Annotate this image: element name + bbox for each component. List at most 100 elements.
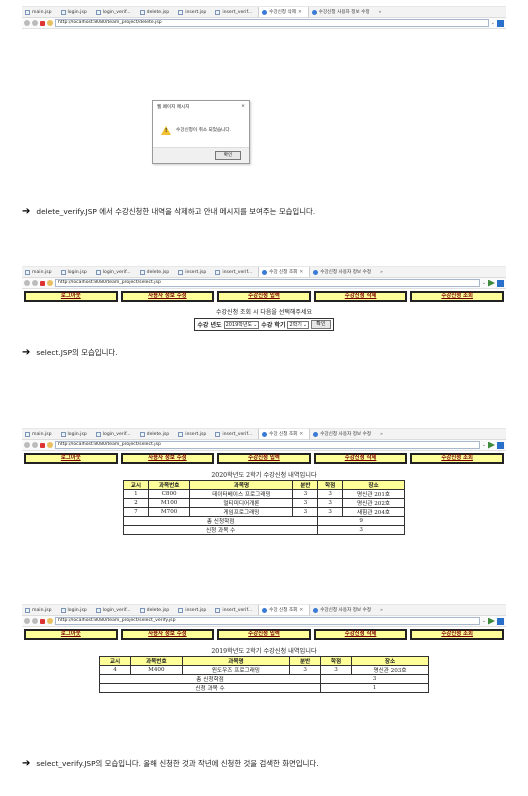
stop-icon[interactable] <box>40 20 45 26</box>
chevron-down-icon[interactable]: ⌄ <box>482 442 486 448</box>
tab-user-info[interactable]: 수강신청 사용자 정보 수정 <box>310 605 377 615</box>
dialog-close-icon[interactable]: × <box>241 104 245 110</box>
column-header: 교시 <box>99 656 131 666</box>
ok-button[interactable]: 확인 <box>215 151 241 160</box>
tab-overflow[interactable]: » <box>377 605 389 615</box>
table-cell: 2 <box>123 498 149 508</box>
refresh-icon[interactable] <box>47 442 53 448</box>
go-icon[interactable] <box>488 617 495 625</box>
close-icon[interactable]: ✕ <box>299 608 303 613</box>
tab-login-verify[interactable]: login_verif... <box>93 429 137 439</box>
close-icon[interactable]: ✕ <box>298 10 302 15</box>
forward-icon[interactable] <box>32 280 38 286</box>
forward-icon[interactable] <box>32 618 38 624</box>
menu-edit-user[interactable]: 사용자 정보 수정 <box>120 291 215 302</box>
tab-delete[interactable]: delete.jsp <box>137 605 176 615</box>
tab-insert-verify[interactable]: insert_verif... <box>212 267 258 277</box>
tab-course-select[interactable]: 수강 신청 조회 ✕ <box>258 605 311 615</box>
tab-overflow[interactable]: » <box>376 7 388 17</box>
stop-icon[interactable] <box>40 618 45 624</box>
go-icon[interactable] <box>488 441 495 449</box>
chevron-down-icon[interactable]: ⌄ <box>491 20 495 26</box>
tab-course-select[interactable]: 수강 신청 조회 ✕ <box>258 429 311 439</box>
tab-delete[interactable]: delete.jsp <box>137 267 176 277</box>
column-header: 과목명 <box>181 656 291 666</box>
menu-logout[interactable]: 로그아웃 <box>24 291 118 302</box>
tab-main[interactable]: main.jsp <box>22 429 58 439</box>
confirm-button[interactable]: 확인 <box>311 320 331 329</box>
refresh-icon[interactable] <box>47 280 53 286</box>
menu-course-insert[interactable]: 수강신청 입력 <box>217 629 311 640</box>
address-bar: http://localhost:8080/team_project/selec… <box>22 440 506 451</box>
term-select[interactable]: 2학기 ⌄ <box>287 320 310 329</box>
url-input[interactable]: http://localhost:8080/team_project/delet… <box>55 19 489 27</box>
refresh-icon[interactable] <box>47 618 53 624</box>
menu-course-select[interactable]: 수강신청 조회 <box>410 453 504 464</box>
tab-insert-verify[interactable]: insert_verif... <box>212 429 258 439</box>
forward-icon[interactable] <box>32 442 38 448</box>
stop-icon[interactable] <box>40 280 45 286</box>
tab-main[interactable]: main.jsp <box>22 605 58 615</box>
chevron-down-icon[interactable]: ⌄ <box>482 618 486 624</box>
back-icon[interactable] <box>24 20 30 26</box>
tab-user-info[interactable]: 수강신청 사용자 정보 수정 <box>310 267 377 277</box>
tab-login[interactable]: login.jsp <box>58 267 93 277</box>
file-icon <box>60 9 66 15</box>
close-icon[interactable]: ✕ <box>299 432 303 437</box>
tab-insert[interactable]: insert.jsp <box>175 267 212 277</box>
tab-login[interactable]: login.jsp <box>58 605 93 615</box>
stop-icon[interactable] <box>40 442 45 448</box>
close-icon[interactable]: ✕ <box>299 270 303 275</box>
menu-course-delete[interactable]: 수강신청 삭제 <box>313 291 408 302</box>
url-input[interactable]: http://localhost:8080/team_project/selec… <box>55 441 480 449</box>
tab-login-verify[interactable]: login_verif... <box>93 267 137 277</box>
menu-edit-user[interactable]: 사용자 정보 수정 <box>120 453 215 464</box>
tab-delete[interactable]: delete.jsp <box>137 7 176 17</box>
result-table: 교시 과목번호 과목명 분반 학점 장소 1 C800 데이터베이스 프로그래밍… <box>122 480 405 535</box>
refresh-icon[interactable] <box>47 20 53 26</box>
url-input[interactable]: http://localhost:8080/team_project/selec… <box>55 617 480 625</box>
menu-course-select[interactable]: 수강신청 조회 <box>410 291 504 302</box>
tab-user-info[interactable]: 수강신청 사용자 정보 수정 <box>310 429 377 439</box>
go-icon[interactable] <box>497 19 504 27</box>
tab-login-verify[interactable]: login_verif... <box>93 7 137 17</box>
caption-select-verify: ➔ select_verify.JSP의 모습입니다. 올해 신청한 것과 작년… <box>22 757 319 769</box>
browser-menu-icon[interactable] <box>497 279 504 287</box>
column-header: 교시 <box>123 480 149 490</box>
tab-user-info[interactable]: 수강신청 사용자 정보 수정 <box>309 7 376 17</box>
menu-logout[interactable]: 로그아웃 <box>24 453 118 464</box>
menu-course-insert[interactable]: 수강신청 입력 <box>217 291 311 302</box>
forward-icon[interactable] <box>32 20 38 26</box>
tab-insert[interactable]: insert.jsp <box>175 605 212 615</box>
menu-course-delete[interactable]: 수강신청 삭제 <box>313 453 408 464</box>
menu-logout[interactable]: 로그아웃 <box>24 629 118 640</box>
chevron-down-icon[interactable]: ⌄ <box>482 280 486 286</box>
year-select[interactable]: 2019학년도 ⌄ <box>223 320 260 329</box>
tab-login[interactable]: login.jsp <box>58 7 93 17</box>
browser-menu-icon[interactable] <box>497 617 504 625</box>
go-icon[interactable] <box>488 279 495 287</box>
browser-menu-icon[interactable] <box>497 441 504 449</box>
tab-overflow[interactable]: » <box>377 429 389 439</box>
back-icon[interactable] <box>24 442 30 448</box>
menu-course-select[interactable]: 수강신청 조회 <box>410 629 504 640</box>
tab-overflow[interactable]: » <box>377 267 389 277</box>
menu-course-insert[interactable]: 수강신청 입력 <box>217 453 311 464</box>
tab-main[interactable]: main.jsp <box>22 7 58 17</box>
back-icon[interactable] <box>24 280 30 286</box>
tab-insert[interactable]: insert.jsp <box>175 7 212 17</box>
tab-insert[interactable]: insert.jsp <box>175 429 212 439</box>
menu-course-delete[interactable]: 수강신청 삭제 <box>313 629 408 640</box>
url-input[interactable]: http://localhost:8080/team_project/selec… <box>55 279 480 287</box>
tab-delete[interactable]: delete.jsp <box>137 429 176 439</box>
tab-course-select[interactable]: 수강 신청 조회 ✕ <box>258 267 311 277</box>
tab-login[interactable]: login.jsp <box>58 429 93 439</box>
tab-course-delete[interactable]: 수강신청 삭제 ✕ <box>258 7 309 17</box>
tab-insert-verify[interactable]: insert_verif... <box>212 605 258 615</box>
tab-login-verify[interactable]: login_verif... <box>93 605 137 615</box>
tab-insert-verify[interactable]: insert_verif... <box>212 7 258 17</box>
globe-icon <box>262 431 268 437</box>
menu-edit-user[interactable]: 사용자 정보 수정 <box>120 629 215 640</box>
back-icon[interactable] <box>24 618 30 624</box>
tab-main[interactable]: main.jsp <box>22 267 58 277</box>
